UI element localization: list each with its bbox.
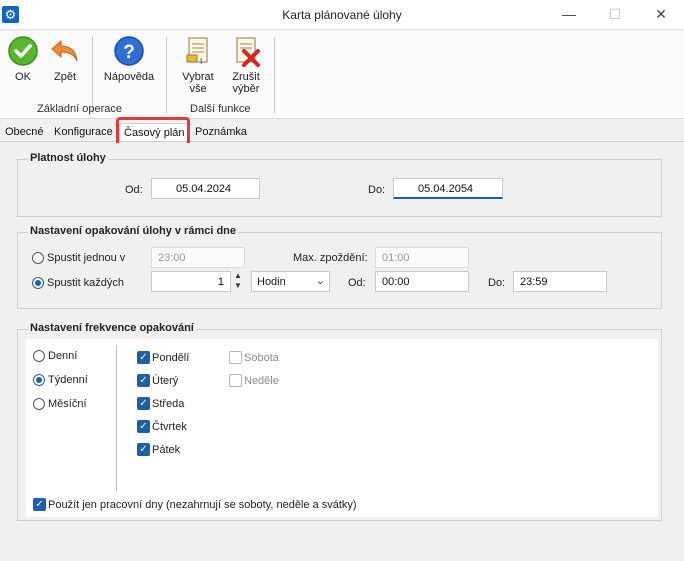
weekly-label: Týdenní bbox=[48, 374, 88, 386]
cancel-selection-label-1: Zrušit bbox=[232, 71, 260, 83]
select-all-label-1: Vybrat bbox=[182, 71, 214, 83]
close-button[interactable]: ✕ bbox=[638, 0, 684, 30]
group-label-more: Další funkce bbox=[190, 103, 251, 115]
ribbon-separator bbox=[274, 37, 275, 113]
run-once-radio[interactable] bbox=[32, 252, 44, 264]
tab-general[interactable]: Obecné bbox=[5, 123, 44, 141]
tuesday-checkbox[interactable]: ✓ bbox=[137, 374, 150, 387]
saturday-label: Sobota bbox=[244, 352, 279, 364]
cancel-selection-icon bbox=[236, 37, 260, 67]
cancel-selection-label-2: výběr bbox=[232, 83, 260, 95]
back-label: Zpět bbox=[53, 71, 76, 83]
saturday-checkbox[interactable] bbox=[229, 351, 242, 364]
weekly-radio[interactable] bbox=[33, 374, 45, 386]
title-bar: ⚙ Karta plánované úlohy — ☐ ✕ bbox=[0, 0, 684, 30]
minimize-button[interactable]: — bbox=[546, 0, 592, 30]
frequency-divider bbox=[116, 345, 117, 491]
schedule-panel: Platnost úlohy Od: 05.04.2024 Do: 05.04.… bbox=[0, 143, 684, 561]
daily-label: Denní bbox=[48, 350, 78, 362]
tab-note[interactable]: Poznámka bbox=[195, 123, 247, 141]
ribbon-separator bbox=[92, 37, 93, 113]
maximize-button[interactable]: ☐ bbox=[592, 0, 638, 30]
tab-configuration[interactable]: Konfigurace bbox=[54, 123, 113, 141]
validity-group: Platnost úlohy Od: 05.04.2024 Do: 05.04.… bbox=[17, 152, 662, 217]
monday-label: Pondělí bbox=[152, 352, 190, 364]
repeat-title: Nastavení opakování úlohy v rámci dne bbox=[28, 225, 239, 237]
repeat-to-label: Do: bbox=[488, 277, 506, 289]
wednesday-checkbox[interactable]: ✓ bbox=[137, 397, 150, 410]
repeat-to-input[interactable]: 23:59 bbox=[513, 271, 607, 292]
run-once-label: Spustit jednou v bbox=[47, 252, 126, 264]
validity-from-input[interactable]: 05.04.2024 bbox=[151, 178, 260, 199]
monthly-label: Měsíční bbox=[48, 398, 87, 410]
friday-label: Pátek bbox=[152, 444, 181, 456]
interval-unit-value: Hodin bbox=[257, 276, 286, 288]
help-label: Nápověda bbox=[103, 71, 155, 83]
frequency-title: Nastavení frekvence opakování bbox=[28, 322, 196, 334]
workdays-only-checkbox[interactable]: ✓ bbox=[33, 498, 46, 511]
repeat-from-label: Od: bbox=[348, 277, 366, 289]
ok-label: OK bbox=[15, 71, 31, 83]
ok-button[interactable]: OK bbox=[6, 35, 40, 83]
workdays-only-label: Použít jen pracovní dny (nezahrnují se s… bbox=[48, 499, 357, 511]
monthly-radio[interactable] bbox=[33, 398, 45, 410]
run-once-time-input[interactable]: 23:00 bbox=[151, 247, 245, 268]
sunday-label: Neděle bbox=[244, 375, 279, 387]
validity-to-input[interactable]: 05.04.2054 bbox=[393, 178, 503, 199]
select-all-button[interactable]: I Vybrat vše bbox=[178, 35, 218, 95]
svg-text:?: ? bbox=[123, 42, 135, 63]
repeat-from-input[interactable]: 00:00 bbox=[375, 271, 469, 292]
daily-radio[interactable] bbox=[33, 350, 45, 362]
validity-title: Platnost úlohy bbox=[28, 152, 108, 164]
run-every-interval-input[interactable]: 1 bbox=[151, 271, 231, 292]
tab-bar: Obecné Konfigurace Časový plán Poznámka bbox=[0, 120, 684, 142]
monday-checkbox[interactable]: ✓ bbox=[137, 351, 150, 364]
help-button[interactable]: ? Nápověda bbox=[100, 35, 158, 83]
interval-unit-select[interactable]: Hodin ⌄ bbox=[251, 271, 330, 292]
help-icon: ? bbox=[114, 36, 144, 66]
thursday-checkbox[interactable]: ✓ bbox=[137, 420, 150, 433]
interval-spinner[interactable]: ▲ ▼ bbox=[232, 271, 244, 292]
cancel-selection-button[interactable]: Zrušit výběr bbox=[226, 35, 266, 95]
group-label-basic: Základní operace bbox=[37, 103, 122, 115]
thursday-label: Čtvrtek bbox=[152, 421, 187, 433]
max-delay-input[interactable]: 01:00 bbox=[375, 247, 469, 268]
friday-checkbox[interactable]: ✓ bbox=[137, 443, 150, 456]
undo-arrow-icon bbox=[51, 39, 78, 62]
repeat-group: Nastavení opakování úlohy v rámci dne Sp… bbox=[17, 225, 662, 309]
select-all-label-2: vše bbox=[189, 83, 207, 95]
frequency-group: Nastavení frekvence opakování Denní Týde… bbox=[17, 322, 662, 521]
wednesday-label: Středa bbox=[152, 398, 185, 410]
ribbon-separator bbox=[166, 37, 167, 113]
svg-text:I: I bbox=[200, 57, 202, 66]
check-circle-icon bbox=[8, 36, 38, 66]
chevron-down-icon: ⌄ bbox=[315, 275, 325, 287]
max-delay-label: Max. zpoždění: bbox=[293, 252, 368, 264]
active-tab-highlight bbox=[116, 117, 190, 146]
select-all-icon: I bbox=[186, 37, 208, 66]
validity-from-label: Od: bbox=[125, 184, 143, 196]
ribbon-toolbar: OK Zpět ? Nápověda Základní operace I Vy… bbox=[0, 31, 684, 119]
frequency-panel: Denní Týdenní Měsíční ✓ Pondělí ✓ Úterý … bbox=[26, 339, 658, 517]
tuesday-label: Úterý bbox=[152, 375, 179, 387]
validity-to-label: Do: bbox=[368, 184, 386, 196]
back-button[interactable]: Zpět bbox=[48, 35, 82, 83]
run-every-label: Spustit každých bbox=[47, 277, 125, 289]
run-every-radio[interactable] bbox=[32, 277, 44, 289]
sunday-checkbox[interactable] bbox=[229, 374, 242, 387]
